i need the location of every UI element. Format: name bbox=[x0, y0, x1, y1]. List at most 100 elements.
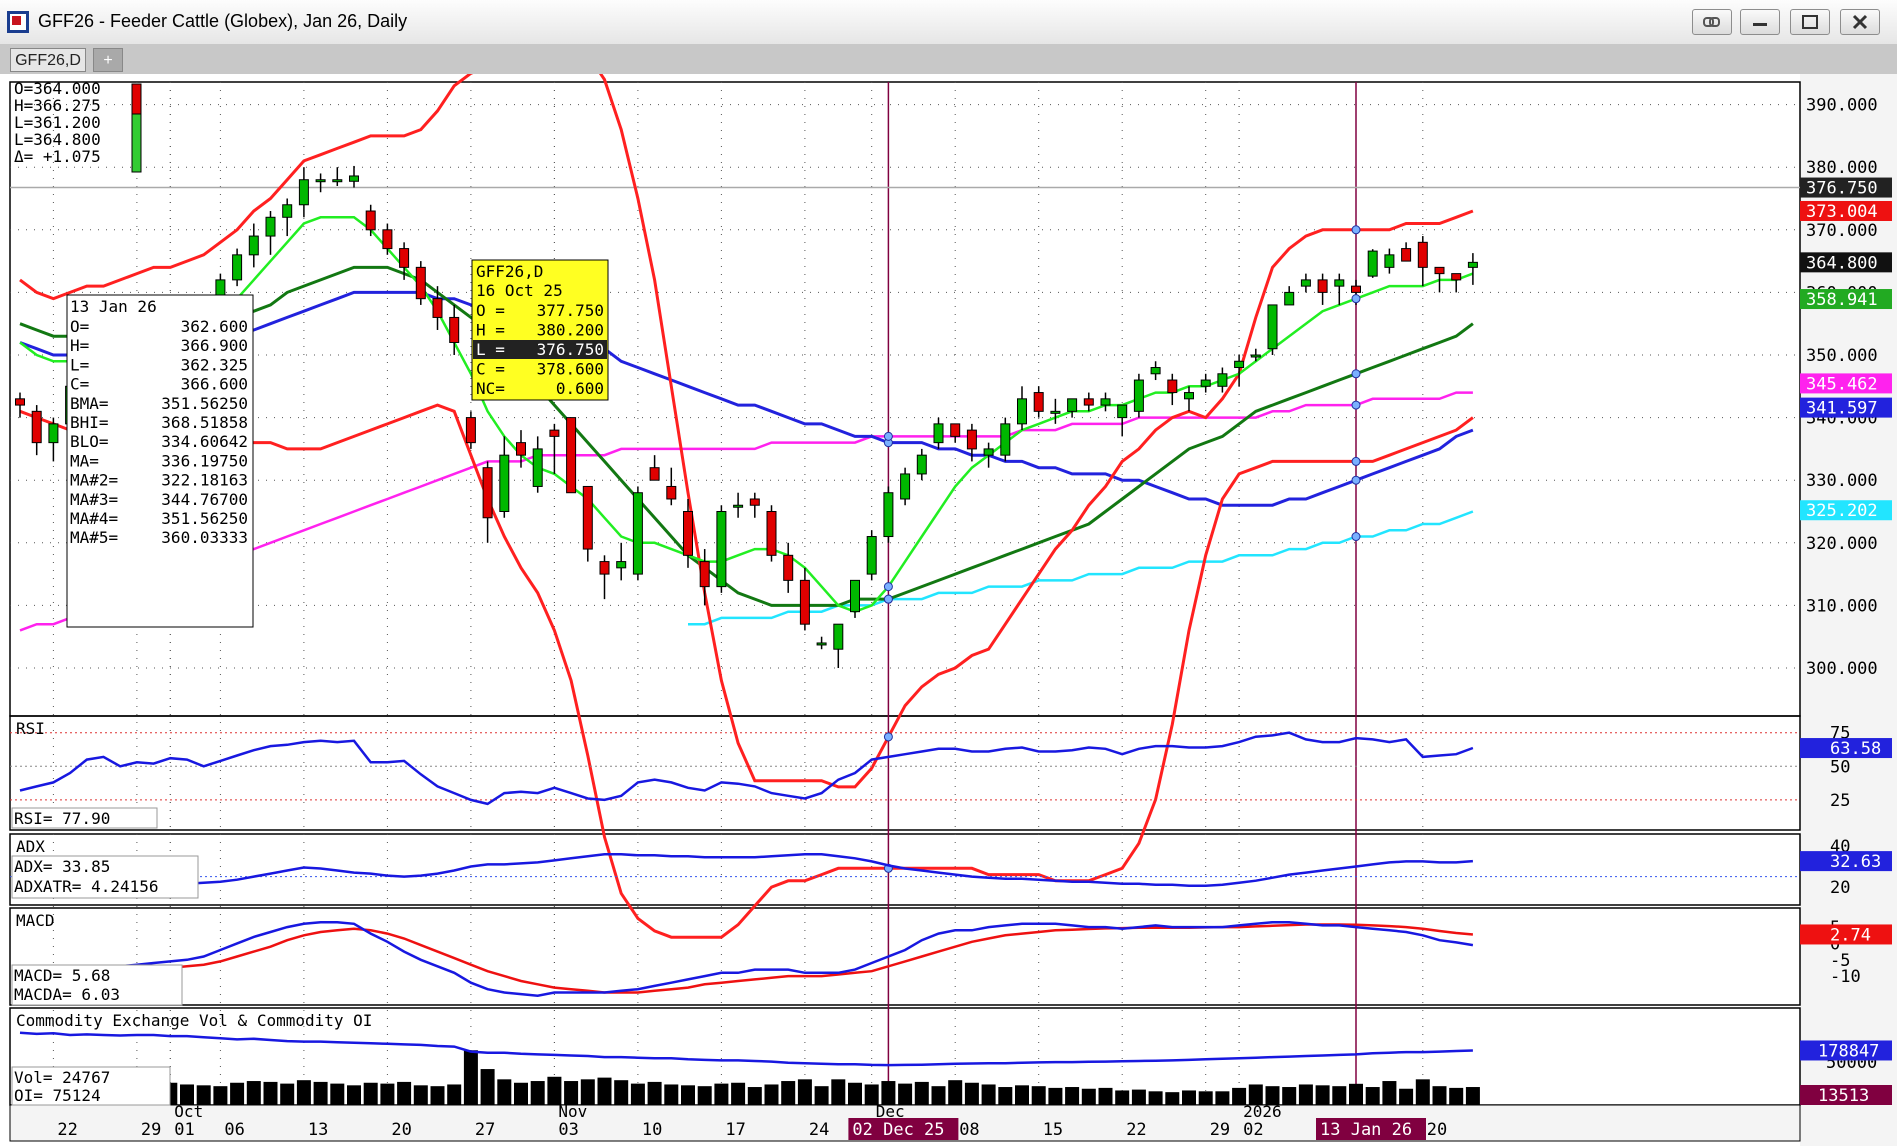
data-window-label: MA#4= bbox=[70, 509, 118, 528]
tooltip-value: 0.600 bbox=[556, 379, 604, 398]
candle-body bbox=[298, 179, 309, 206]
add-tab-button[interactable]: + bbox=[93, 48, 123, 72]
close-button[interactable] bbox=[1840, 9, 1880, 35]
price-badge-label: 341.597 bbox=[1806, 399, 1878, 419]
volume-bar bbox=[547, 1076, 562, 1105]
candle-body bbox=[399, 248, 410, 268]
candle-body bbox=[950, 423, 961, 437]
window-title: GFF26 - Feeder Cattle (Globex), Jan 26, … bbox=[38, 11, 408, 31]
candle bbox=[415, 261, 426, 305]
volume-bar bbox=[514, 1082, 528, 1105]
date-tick-label: 24 bbox=[809, 1120, 829, 1140]
volume-bar bbox=[347, 1085, 361, 1105]
candle-body bbox=[315, 179, 326, 183]
price-badge-label: 376.750 bbox=[1806, 179, 1878, 199]
cursor-marker bbox=[1351, 225, 1361, 235]
vol-title: Commodity Exchange Vol & Commodity OI bbox=[16, 1011, 372, 1030]
adx-readout-2: ADXATR= 4.24156 bbox=[14, 877, 159, 896]
candle-body bbox=[1417, 241, 1428, 268]
candle-body bbox=[966, 429, 977, 450]
price-tick-label: 300.000 bbox=[1806, 659, 1878, 679]
date-tick-label: 20 bbox=[1427, 1120, 1447, 1140]
candle-body bbox=[799, 579, 810, 625]
chart-background bbox=[0, 74, 1897, 1146]
data-window-value: 362.600 bbox=[181, 317, 248, 336]
date-tick-label: 29 bbox=[141, 1120, 161, 1140]
tooltip-label: O = bbox=[476, 301, 505, 320]
rsi-badge-label: 63.58 bbox=[1830, 739, 1881, 759]
candle-body bbox=[1083, 398, 1094, 406]
volume-bar bbox=[1031, 1086, 1046, 1105]
candle-body bbox=[1117, 404, 1128, 419]
volume-bar bbox=[463, 1050, 478, 1105]
volume-bar bbox=[1165, 1092, 1180, 1105]
volume-bar bbox=[797, 1079, 812, 1105]
macd-title: MACD bbox=[16, 911, 55, 930]
tooltip-title: GFF26,D bbox=[476, 262, 543, 281]
candle-body bbox=[1217, 373, 1228, 387]
volume-bar bbox=[263, 1081, 278, 1105]
candle-body bbox=[1334, 279, 1345, 287]
data-window-label: BLO= bbox=[70, 432, 109, 451]
data-window-value: 322.18163 bbox=[161, 471, 248, 490]
candle-body bbox=[1351, 285, 1361, 293]
candle-body bbox=[549, 429, 560, 437]
vol-readout-1: Vol= 24767 bbox=[14, 1068, 110, 1087]
candle-body bbox=[883, 492, 894, 538]
candle-body bbox=[1033, 392, 1044, 412]
month-label: Nov bbox=[558, 1102, 587, 1121]
link-button[interactable] bbox=[1692, 9, 1732, 35]
candle-body bbox=[248, 235, 259, 256]
volume-bar bbox=[1048, 1087, 1063, 1105]
data-window-value: 351.56250 bbox=[161, 509, 248, 528]
candle-body bbox=[449, 316, 460, 343]
volume-bar bbox=[497, 1079, 512, 1105]
volume-bar bbox=[731, 1082, 746, 1105]
macd-readout-1: MACD= 5.68 bbox=[14, 966, 110, 985]
candle-body bbox=[532, 448, 543, 487]
data-window-value: 360.03333 bbox=[161, 528, 248, 547]
candle-body bbox=[766, 511, 777, 556]
cursor-marker bbox=[883, 431, 893, 441]
volume-bar bbox=[1465, 1087, 1480, 1105]
rsi-tick-label: 50 bbox=[1830, 757, 1850, 777]
candle-body bbox=[582, 485, 593, 550]
price-chart[interactable]: 300.000310.000320.000330.000340.000350.0… bbox=[0, 74, 1897, 1146]
candle-body bbox=[282, 204, 293, 218]
candle-body bbox=[666, 485, 677, 500]
candle-body bbox=[349, 175, 359, 182]
volume-bar bbox=[848, 1082, 862, 1105]
candle-body bbox=[1017, 398, 1027, 425]
volume-bar bbox=[1115, 1090, 1130, 1105]
price-tick-label: 350.000 bbox=[1806, 346, 1878, 366]
price-badge-label: 325.202 bbox=[1806, 501, 1878, 521]
tab-gff26-daily[interactable]: GFF26,D bbox=[10, 48, 86, 72]
candle-body bbox=[365, 210, 376, 231]
candle bbox=[1267, 304, 1278, 355]
volume-bar bbox=[914, 1081, 929, 1105]
date-tick-label: 15 bbox=[1043, 1120, 1063, 1140]
volume-bar bbox=[1098, 1087, 1113, 1105]
candle-body bbox=[1050, 410, 1061, 414]
app-icon bbox=[7, 11, 29, 33]
adx-title: ADX bbox=[16, 837, 45, 856]
tooltip-value: 377.750 bbox=[537, 301, 604, 320]
cursor-marker bbox=[1351, 400, 1361, 410]
volume-bar bbox=[1015, 1085, 1029, 1105]
volume-bar bbox=[948, 1080, 963, 1105]
price-tick-label: 380.000 bbox=[1806, 158, 1878, 178]
minimize-button[interactable] bbox=[1740, 9, 1780, 35]
rsi-readout: RSI= 77.90 bbox=[14, 809, 110, 828]
data-window-label: MA= bbox=[70, 451, 99, 470]
adx-badge-label: 32.63 bbox=[1830, 852, 1881, 872]
maximize-button[interactable] bbox=[1790, 9, 1830, 35]
cursor-marker bbox=[1351, 532, 1361, 542]
volume-bar bbox=[280, 1083, 295, 1105]
candle-body bbox=[733, 504, 744, 508]
volume-bar bbox=[1399, 1088, 1414, 1105]
rsi-tick-label: 25 bbox=[1830, 791, 1850, 811]
month-label: 2026 bbox=[1243, 1102, 1282, 1121]
candle-body bbox=[1300, 279, 1311, 287]
volume-bar bbox=[931, 1086, 946, 1105]
data-window-value: 368.51858 bbox=[161, 413, 248, 432]
